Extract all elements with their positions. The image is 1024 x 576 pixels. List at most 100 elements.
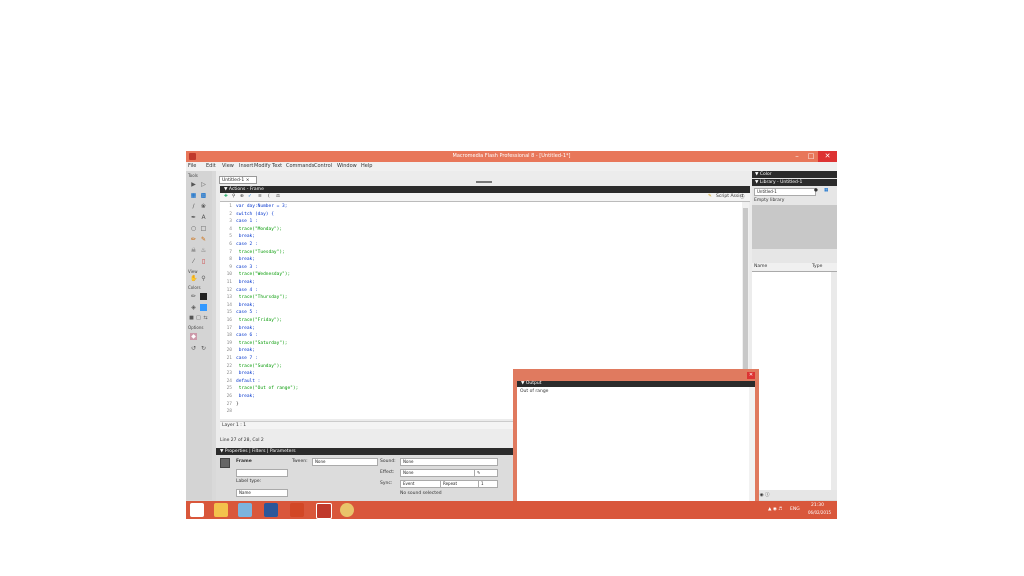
flash-taskbar-icon[interactable] bbox=[316, 503, 332, 519]
code-line[interactable]: 28 bbox=[220, 409, 236, 416]
code-line[interactable]: 4 trace("Monday"); bbox=[220, 227, 282, 234]
code-line[interactable]: 27} bbox=[220, 402, 239, 409]
output-close-icon[interactable]: ✕ bbox=[747, 372, 755, 379]
menu-help[interactable]: Help bbox=[361, 163, 372, 169]
output-window[interactable]: ✕ ▼ Output Out of range bbox=[513, 369, 759, 507]
library-document-select[interactable]: Untitled-1 bbox=[754, 188, 816, 196]
sound-select[interactable]: None bbox=[400, 458, 498, 466]
smooth-icon[interactable]: ↺ bbox=[190, 345, 197, 352]
check-syntax-icon[interactable]: ✓ bbox=[248, 194, 252, 199]
subselection-tool-icon[interactable]: ▷ bbox=[200, 181, 207, 188]
menu-view[interactable]: View bbox=[222, 163, 234, 169]
text-tool-icon[interactable]: A bbox=[200, 214, 207, 221]
menu-window[interactable]: Window bbox=[337, 163, 357, 169]
straighten-icon[interactable]: ↻ bbox=[200, 345, 207, 352]
close-button[interactable]: ✕ bbox=[818, 151, 837, 162]
new-library-icon[interactable]: ▦ bbox=[824, 188, 828, 193]
code-line[interactable]: 15 case 5 : bbox=[220, 310, 258, 317]
menu-insert[interactable]: Insert bbox=[239, 163, 253, 169]
fill-swatch[interactable] bbox=[200, 304, 207, 311]
code-line[interactable]: 26 break; bbox=[220, 394, 255, 401]
powerpoint-icon[interactable] bbox=[290, 503, 304, 517]
menu-commands[interactable]: Commands bbox=[286, 163, 314, 169]
color-panel-header[interactable]: ▼ Color bbox=[752, 171, 837, 178]
tween-select[interactable]: None bbox=[312, 458, 378, 466]
no-color-icon[interactable]: □ bbox=[195, 315, 202, 322]
menu-edit[interactable]: Edit bbox=[206, 163, 216, 169]
menu-modify[interactable]: Modify bbox=[254, 163, 271, 169]
minimize-button[interactable]: – bbox=[790, 151, 804, 162]
clock-time[interactable]: 21:30 bbox=[811, 503, 824, 508]
sync-select[interactable]: Event bbox=[400, 480, 442, 488]
default-colors-icon[interactable]: ■ bbox=[188, 315, 195, 322]
code-hint-icon[interactable]: ( bbox=[268, 194, 270, 199]
frame-name-field[interactable] bbox=[236, 469, 288, 477]
code-line[interactable]: 9 case 3 : bbox=[220, 265, 257, 272]
code-line[interactable]: 13 trace("Thursday"); bbox=[220, 295, 288, 302]
code-line[interactable]: 21 case 7 : bbox=[220, 356, 258, 363]
eraser-tool-icon[interactable]: ▯ bbox=[200, 258, 207, 265]
zoom-tool-icon[interactable]: ⚲ bbox=[200, 275, 207, 282]
brush-tool-icon[interactable]: ✎ bbox=[200, 236, 207, 243]
title-bar[interactable]: Macromedia Flash Professional 8 - [Untit… bbox=[186, 151, 837, 162]
code-line[interactable]: 25 trace("Out of range"); bbox=[220, 386, 299, 393]
repeat-select[interactable]: Repeat bbox=[440, 480, 480, 488]
code-line[interactable]: 5 break; bbox=[220, 234, 255, 241]
library-col-name[interactable]: Name bbox=[754, 264, 767, 269]
label-type-select[interactable]: Name bbox=[236, 489, 288, 497]
output-header[interactable]: ▼ Output bbox=[517, 381, 755, 387]
code-line[interactable]: 14 break; bbox=[220, 303, 255, 310]
edit-effect-button[interactable]: ✎ bbox=[474, 469, 498, 477]
code-line[interactable]: 2 switch (day) { bbox=[220, 212, 274, 219]
panel-grip[interactable] bbox=[476, 181, 492, 183]
code-line[interactable]: 24 default : bbox=[220, 379, 261, 386]
pin-library-icon[interactable]: ● bbox=[814, 188, 818, 193]
maximize-button[interactable]: □ bbox=[804, 151, 818, 162]
code-line[interactable]: 11 break; bbox=[220, 280, 255, 287]
code-line[interactable]: 19 trace("Saturday"); bbox=[220, 341, 288, 348]
selection-tool-icon[interactable]: ▶ bbox=[190, 181, 197, 188]
ink-bottle-tool-icon[interactable]: ☠ bbox=[190, 247, 197, 254]
file-explorer-icon[interactable] bbox=[214, 503, 228, 517]
code-line[interactable]: 6 case 2 : bbox=[220, 242, 257, 249]
code-line[interactable]: 22 trace("Sunday"); bbox=[220, 364, 282, 371]
actions-panel-header[interactable]: ▼ Actions - Frame bbox=[220, 186, 750, 193]
layer-frame-indicator[interactable]: Layer 1 : 1 bbox=[222, 423, 246, 428]
network-icon[interactable] bbox=[238, 503, 252, 517]
paint-bucket-tool-icon[interactable]: ♨ bbox=[200, 247, 207, 254]
library-scrollbar[interactable] bbox=[831, 272, 837, 490]
add-statement-icon[interactable]: ✚ bbox=[224, 194, 228, 199]
auto-format-icon[interactable]: ≡ bbox=[258, 194, 262, 199]
debug-options-icon[interactable]: ⚖ bbox=[276, 194, 280, 199]
help-icon[interactable]: ⓘ bbox=[740, 194, 745, 200]
target-icon[interactable]: ⊕ bbox=[240, 194, 244, 199]
output-scrollbar[interactable] bbox=[749, 387, 755, 503]
code-line[interactable]: 10 trace("Wednesday"); bbox=[220, 272, 291, 279]
code-line[interactable]: 16 trace("Friday"); bbox=[220, 318, 282, 325]
library-list[interactable] bbox=[752, 272, 831, 490]
menu-file[interactable]: File bbox=[188, 163, 196, 169]
word-icon[interactable] bbox=[264, 503, 278, 517]
hand-tool-icon[interactable]: ✋ bbox=[190, 275, 197, 282]
free-transform-tool-icon[interactable]: ▦ bbox=[190, 192, 197, 199]
language-indicator[interactable]: ENG bbox=[790, 507, 800, 512]
stroke-swatch[interactable] bbox=[200, 293, 207, 300]
fill-transform-tool-icon[interactable]: ▩ bbox=[200, 192, 207, 199]
code-line[interactable]: 1 var day:Number = 3; bbox=[220, 204, 287, 211]
code-line[interactable]: 17 break; bbox=[220, 326, 255, 333]
menu-control[interactable]: Control bbox=[314, 163, 332, 169]
line-tool-icon[interactable]: ∕ bbox=[190, 203, 197, 210]
pen-tool-icon[interactable]: ✒ bbox=[190, 214, 197, 221]
start-icon[interactable] bbox=[190, 503, 204, 517]
chrome-icon[interactable] bbox=[340, 503, 354, 517]
document-tab[interactable]: Untitled-1 × bbox=[219, 176, 257, 184]
stroke-color-icon[interactable]: ✏ bbox=[190, 293, 197, 300]
swap-colors-icon[interactable]: ⇆ bbox=[202, 315, 209, 322]
eyedropper-tool-icon[interactable]: ⁄ bbox=[190, 258, 197, 265]
snap-to-objects-icon[interactable]: ◆ bbox=[190, 333, 197, 340]
code-line[interactable]: 20 break; bbox=[220, 348, 255, 355]
pencil-tool-icon[interactable]: ✏ bbox=[190, 236, 197, 243]
menu-text[interactable]: Text bbox=[272, 163, 282, 169]
code-line[interactable]: 23 break; bbox=[220, 371, 255, 378]
find-icon[interactable]: ⚲ bbox=[232, 194, 235, 199]
